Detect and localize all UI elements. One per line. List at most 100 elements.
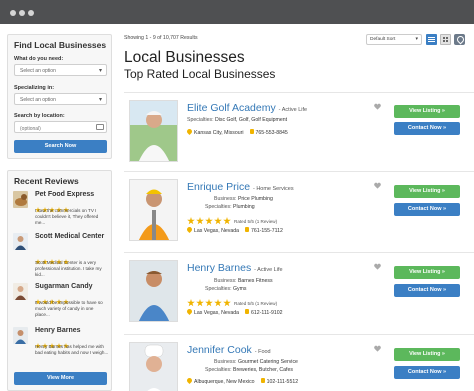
review-text: Scott Medical Center is a very professio… <box>35 260 102 277</box>
phone-icon <box>245 309 249 314</box>
listing-category: - Active Life <box>254 267 283 273</box>
location-input[interactable] <box>14 121 107 133</box>
review-thumbnail <box>13 283 28 300</box>
phone-icon <box>260 378 265 383</box>
listing-photo[interactable] <box>129 260 178 322</box>
spec-label: Specializing in: <box>14 85 55 91</box>
view-more-button[interactable]: View More <box>14 372 107 385</box>
listing-title[interactable]: Elite Golf Academy <box>187 102 276 114</box>
listing-business-row: Business: Price Plumbing <box>214 196 273 202</box>
listing-name[interactable]: Henry Barnes - Active Life <box>187 262 283 274</box>
need-label: What do you need: <box>14 56 64 62</box>
search-now-button[interactable]: Search Now <box>14 140 107 153</box>
review-thumbnail <box>13 327 28 344</box>
listing-title[interactable]: Enrique Price <box>187 181 250 193</box>
listing-location: Albuquerque, New Mexico <box>194 379 255 385</box>
map-pin-icon <box>185 127 194 136</box>
listing-location: Las Vegas, Nevada <box>194 228 239 234</box>
need-select[interactable]: Select an option ▾ <box>14 64 107 76</box>
contact-now-button[interactable]: Contact Now » <box>394 284 460 297</box>
window-dot-icon[interactable] <box>28 10 34 16</box>
listing-contact-row: Las Vegas, Nevada 761-155-7112 <box>185 225 283 234</box>
find-businesses-panel: Find Local Businesses What do you need: … <box>7 34 112 159</box>
grid-view-icon[interactable] <box>440 34 451 45</box>
need-select-value: Select an option <box>20 68 56 74</box>
contact-now-button[interactable]: Contact Now » <box>394 366 460 379</box>
review-stars <box>35 336 70 349</box>
listing-photo[interactable] <box>129 100 178 162</box>
listing-specialties-row: Specialties: Plumbing <box>205 204 255 210</box>
listing-name[interactable]: Enrique Price - Home Services <box>187 181 294 193</box>
contact-now-button[interactable]: Contact Now » <box>394 122 460 135</box>
specialties-label: Specialties: <box>205 204 232 210</box>
review-thumbnail <box>13 233 28 250</box>
listing-business: Gourmet Catering Service <box>237 359 298 365</box>
listing-phone[interactable]: 102-111-5512 <box>267 379 299 385</box>
review-thumbnail <box>13 191 28 208</box>
window-dot-icon[interactable] <box>10 10 16 16</box>
results-count: Showing 1 - 9 of 10,707 Results <box>124 35 198 41</box>
heart-icon[interactable] <box>374 103 381 110</box>
review-name[interactable]: Sugarman Candy <box>35 283 93 290</box>
specializing-select[interactable]: Select an option ▾ <box>14 93 107 105</box>
listing-phone[interactable]: 612-111-9102 <box>251 310 283 316</box>
sort-select[interactable]: Default Sort ▾ <box>366 34 422 45</box>
review-stars <box>35 252 70 265</box>
sort-select-value: Default Sort <box>370 37 396 42</box>
listing-photo[interactable] <box>129 179 178 241</box>
listing-phone[interactable]: 765-553-8845 <box>256 130 288 136</box>
review-name[interactable]: Pet Food Express <box>35 191 94 198</box>
listing-photo[interactable] <box>129 342 178 391</box>
window-titlebar <box>0 0 474 24</box>
listing-specialties: Breweries, Butcher, Cafes <box>232 367 293 373</box>
specialties-label: Specialties: <box>187 117 214 123</box>
location-label: Search by location: <box>14 113 65 119</box>
phone-icon <box>245 227 249 232</box>
contact-now-button[interactable]: Contact Now » <box>394 203 460 216</box>
listing-specialties: Gyms <box>232 286 247 292</box>
listing-divider <box>124 92 474 93</box>
listing-rated-text: Rated 5/5 (1 Review) <box>234 219 278 224</box>
listing-phone[interactable]: 761-155-7112 <box>251 228 283 234</box>
listing-business: Price Plumbing <box>237 196 273 202</box>
listing-divider <box>124 171 474 172</box>
listing-business-row: Business: Gourmet Catering Service <box>214 359 298 365</box>
list-view-icon[interactable] <box>426 34 437 45</box>
review-stars <box>35 200 70 213</box>
listing-title[interactable]: Henry Barnes <box>187 262 251 274</box>
heart-icon[interactable] <box>374 345 381 352</box>
listing-category: - Active Life <box>278 107 308 113</box>
map-view-icon[interactable] <box>454 34 465 45</box>
heart-icon[interactable] <box>374 182 381 189</box>
page-subtitle: Top Rated Local Businesses <box>124 67 276 81</box>
view-listing-button[interactable]: View Listing » <box>394 266 460 279</box>
listing-contact-row: Las Vegas, Nevada 612-111-9102 <box>185 307 283 316</box>
view-listing-button[interactable]: View Listing » <box>394 105 460 118</box>
listing-location: Las Vegas, Nevada <box>194 310 239 316</box>
map-pin-icon <box>185 225 194 234</box>
review-text: I saw the commercials on TV I couldn't b… <box>35 208 99 225</box>
listing-rated-text: Rated 5/5 (1 Review) <box>234 301 278 306</box>
listing-contact-row: Albuquerque, New Mexico 102-111-5512 <box>185 376 299 385</box>
listing-business-row: Business: Barnes Fitness <box>214 278 273 284</box>
view-listing-button[interactable]: View Listing » <box>394 185 460 198</box>
business-label: Business: <box>214 359 237 365</box>
business-label: Business: <box>214 278 237 284</box>
chevron-down-icon: ▾ <box>415 36 418 42</box>
reviews-panel-title: Recent Reviews <box>14 176 79 186</box>
view-listing-button[interactable]: View Listing » <box>394 348 460 361</box>
listing-name[interactable]: Elite Golf Academy - Active Life <box>187 102 307 114</box>
listing-rating: Rated 5/5 (1 Review) <box>187 212 278 225</box>
listing-title[interactable]: Jennifer Cook <box>187 344 252 356</box>
listing-contact-row: Kansas City, Missouri 765-553-8845 <box>185 127 288 136</box>
review-text: It would be impossible to have so much v… <box>35 300 103 317</box>
spec-select-value: Select an option <box>20 97 56 103</box>
heart-icon[interactable] <box>374 263 381 270</box>
review-name[interactable]: Scott Medical Center <box>35 233 104 240</box>
window-dot-icon[interactable] <box>19 10 25 16</box>
review-name[interactable]: Henry Barnes <box>35 327 81 334</box>
listing-category: - Home Services <box>252 186 294 192</box>
location-target-icon[interactable] <box>96 124 104 130</box>
listing-name[interactable]: Jennifer Cook - Food <box>187 344 271 356</box>
review-stars <box>35 292 70 305</box>
